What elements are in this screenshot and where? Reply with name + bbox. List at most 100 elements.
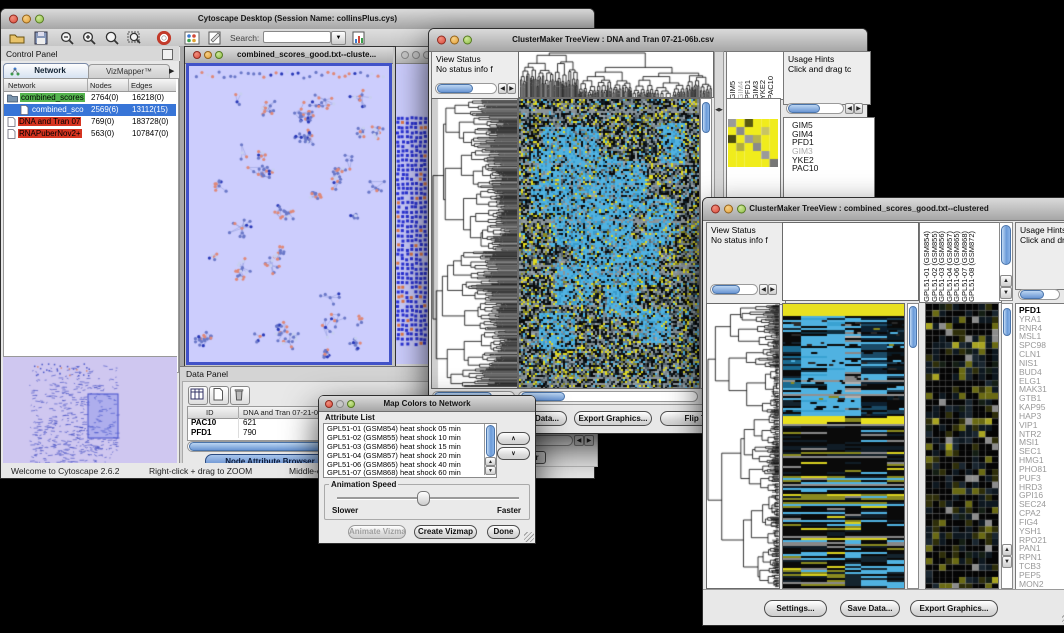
tv2-heatmap-vscrollbar[interactable] [907,303,919,589]
move-down-button[interactable]: ∨ [497,447,530,460]
network-name[interactable]: RNAPuberNov2+ [18,129,82,138]
zoom-selected-icon[interactable] [127,31,144,45]
tv1-heatmap[interactable] [518,98,700,389]
network-name[interactable]: combined_sco [32,105,84,114]
col-network[interactable]: Network [8,81,36,90]
move-up-button[interactable]: ∧ [497,432,530,445]
scrollbar-thumb[interactable] [1020,290,1044,299]
scrollbar-thumb[interactable] [1003,308,1011,336]
close-button[interactable] [325,400,333,408]
tab-vizmapper[interactable]: VizMapper™ [88,64,170,79]
scroll-right-arrow[interactable]: ▶ [584,435,594,446]
tv2-column-dendrogram[interactable] [782,222,919,301]
tv1-column-dendrogram[interactable] [518,51,714,98]
network-name[interactable]: combined_scores [20,93,85,102]
tv2-status-hscrollbar[interactable] [710,284,758,295]
network-row-combined-scores[interactable]: combined_scores 2764(0) 16218(0) [4,92,176,104]
zoom-button[interactable] [737,205,746,214]
help-ring-icon[interactable] [156,31,173,45]
main-title-bar[interactable]: Cytoscape Desktop (Session Name: collins… [1,9,594,30]
save-data-button[interactable]: Save Data... [840,600,900,617]
network-row-combined-sco[interactable]: combined_sco 2569(6) 13112(15) [4,104,176,116]
tv2-heatmap[interactable] [782,303,905,589]
network1-canvas-area[interactable] [186,63,392,365]
resize-grip[interactable] [524,532,534,542]
network1-graph-canvas[interactable] [189,66,389,362]
scroll-down-arrow[interactable]: ▼ [1002,556,1012,568]
scroll-right-arrow[interactable]: ▶ [854,103,863,114]
attribute-item[interactable]: GPL51-07 (GSM868) heat shock 60 min [327,469,496,478]
zoom-button[interactable] [35,15,44,24]
attr-col-id[interactable]: ID [206,408,214,417]
zoom-button[interactable] [215,51,223,59]
network1-title-bar[interactable]: combined_scores_good.txt--cluste... [185,47,393,64]
tv1-status-hscrollbar[interactable] [435,83,497,94]
scrollbar-thumb[interactable] [712,285,740,294]
delete-button[interactable] [230,386,250,405]
scroll-down-arrow[interactable]: ▼ [1000,287,1012,299]
zoom-button[interactable] [463,36,472,45]
save-icon[interactable] [33,31,50,45]
network-overview-panel[interactable] [3,356,177,470]
network2-grid-cluster[interactable] [396,114,428,347]
close-button[interactable] [401,51,409,59]
tv1-row-dendrogram[interactable] [431,98,518,389]
scroll-right-arrow[interactable]: ▶ [768,284,777,295]
minimize-button[interactable] [22,15,31,24]
dialog-title-bar[interactable]: Map Colors to Network [319,396,535,412]
scroll-up-arrow[interactable]: ▲ [485,457,496,466]
slider-thumb[interactable] [417,491,430,506]
treeview2-title-bar[interactable]: ClusterMaker TreeView : combined_scores_… [703,198,1064,221]
search-input[interactable] [263,31,331,43]
network-table-header[interactable]: Network Nodes Edges [4,79,176,92]
col-nodes[interactable]: Nodes [90,81,112,90]
zoom-out-icon[interactable] [59,31,76,45]
attribute-list-vscrollbar[interactable]: ▲ ▼ [484,424,496,475]
tv2-row-dendrogram[interactable] [706,303,780,589]
scrollbar-thumb[interactable] [486,425,495,457]
tv2-zoom-vscrollbar[interactable]: ▲ ▼ [1001,303,1013,589]
network-row-dna-tran[interactable]: DNA and Tran 07 769(0) 183728(0) [4,116,176,128]
tv2-top-vscrollbar[interactable]: ▲ ▼ [999,222,1013,301]
close-button[interactable] [193,51,201,59]
done-button[interactable]: Done [487,525,520,539]
tab-network[interactable]: Network [3,63,89,79]
create-vizmap-button[interactable]: Create Vizmap [414,525,477,539]
vizmap-grid-icon[interactable] [184,31,201,45]
minimize-button[interactable] [450,36,459,45]
scroll-left-arrow[interactable]: ◀ [759,284,768,295]
scrollbar-thumb[interactable] [788,104,820,113]
close-button[interactable] [711,205,720,214]
scroll-up-arrow[interactable]: ▲ [1002,544,1012,556]
tv2-usage-hscrollbar[interactable] [1018,289,1060,300]
attribute-listbox[interactable]: GPL51-01 (GSM854) heat shock 05 minGPL51… [323,423,497,478]
scroll-left-arrow[interactable]: ◀ [574,435,584,446]
minimize-button[interactable] [412,51,420,59]
table-button[interactable] [188,386,208,405]
export-graphics-button[interactable]: Export Graphics... [910,600,998,617]
scroll-down-arrow[interactable]: ▼ [485,466,496,475]
close-button[interactable] [437,36,446,45]
annotation-icon[interactable] [207,31,224,45]
tabs-overflow-arrow[interactable]: ▶ [169,66,178,77]
scrollbar-thumb[interactable] [909,306,917,348]
network-name[interactable]: DNA and Tran 07 [18,117,81,126]
tv2-gene-list[interactable]: PFD1YRA1RNR4MSL1SPC98CLN1NIS1BUD4ELG1MAK… [1015,303,1064,592]
network-row-rnapuber[interactable]: RNAPuberNov2+ 563(0) 107847(0) [4,128,176,140]
close-button[interactable] [9,15,18,24]
scrollbar-thumb[interactable] [437,84,473,93]
scroll-left-arrow[interactable]: ◀ [498,83,507,94]
zoom-fit-icon[interactable] [104,31,121,45]
minimize-button[interactable] [204,51,212,59]
float-panel-icon[interactable] [162,49,173,60]
scroll-right-arrow[interactable]: ▶ [507,83,516,94]
new-doc-button[interactable] [209,386,229,405]
tv1-usage-hscrollbar[interactable] [786,103,844,114]
doc-chart-icon[interactable] [350,31,367,45]
treeview1-title-bar[interactable]: ClusterMaker TreeView : DNA and Tran 07-… [429,29,867,52]
settings-button[interactable]: Settings... [764,600,827,617]
minimize-button[interactable] [724,205,733,214]
network-overview-canvas[interactable] [3,357,177,470]
zoom-button[interactable] [347,400,355,408]
open-file-icon[interactable] [9,31,26,45]
